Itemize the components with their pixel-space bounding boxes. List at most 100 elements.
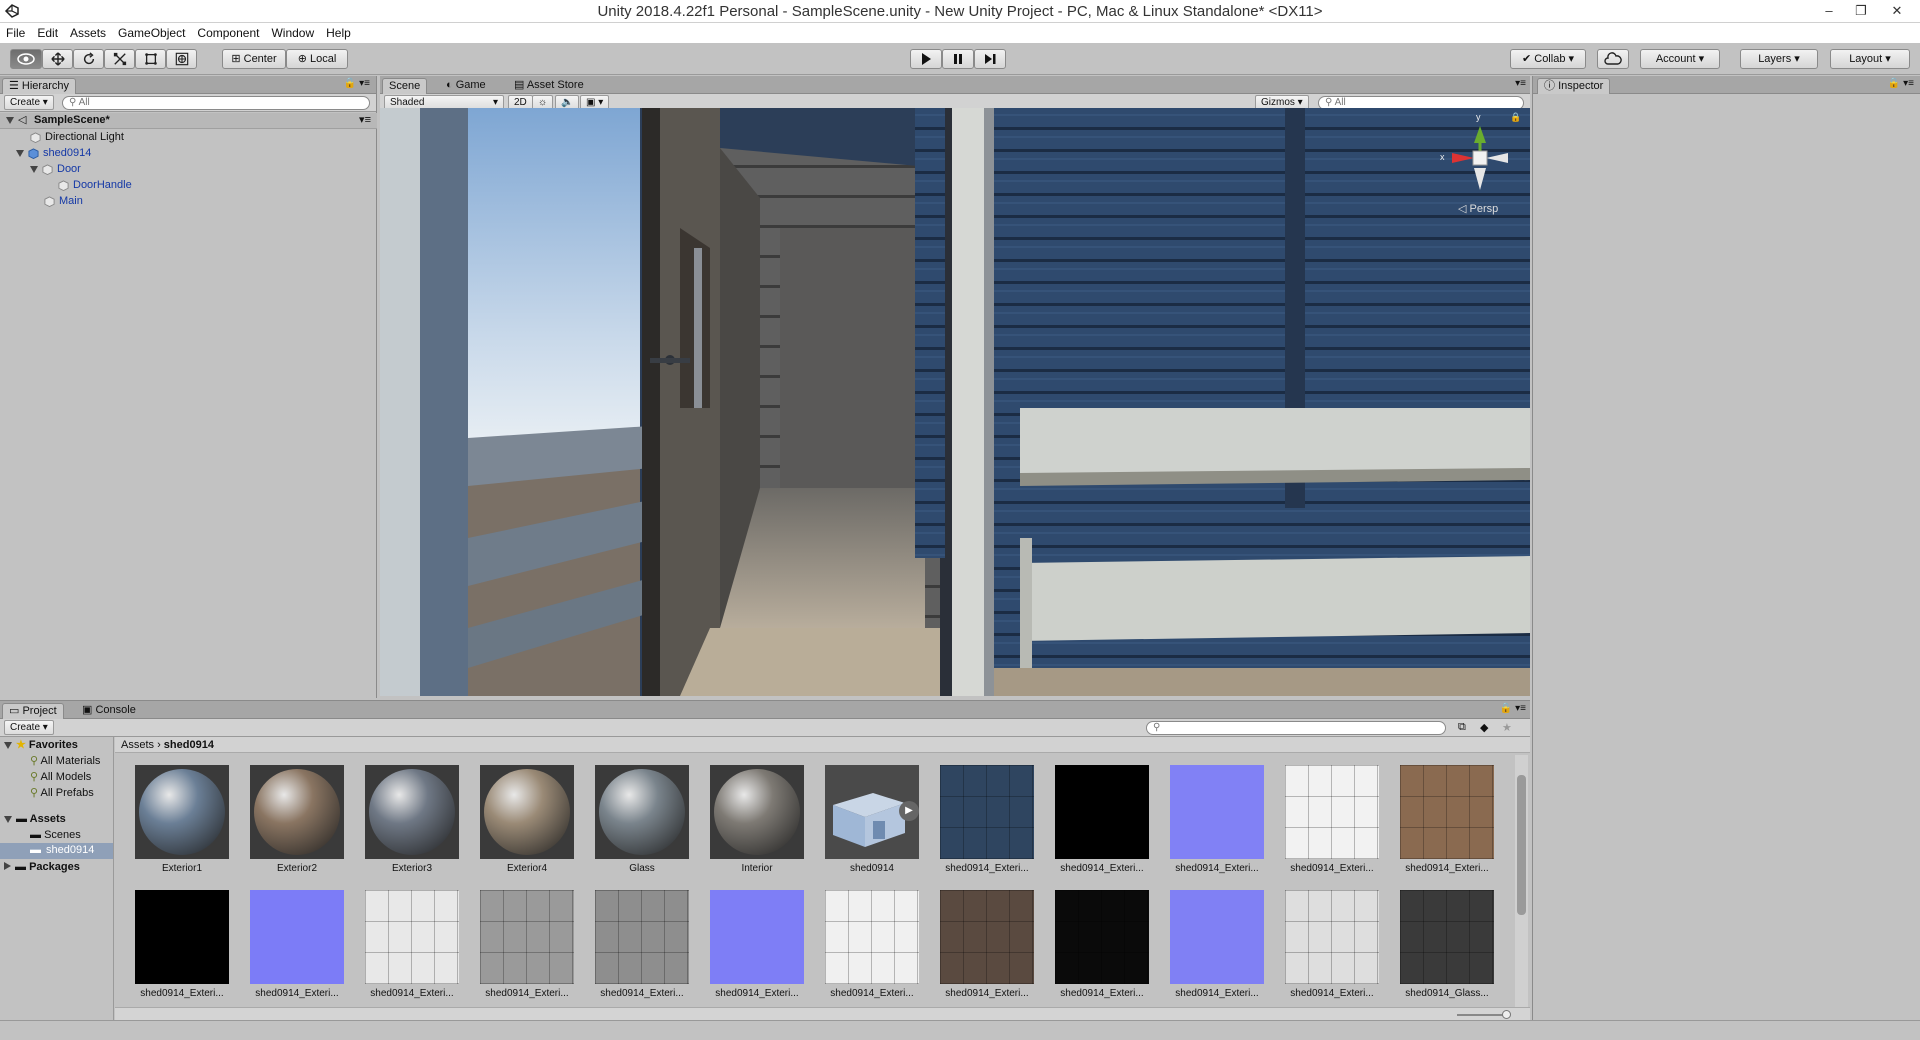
asset-item[interactable]: shed0914_Exteri... (248, 890, 346, 1008)
menu-help[interactable]: Help (320, 23, 357, 43)
menu-window[interactable]: Window (265, 23, 320, 43)
asset-item[interactable]: shed0914_Exteri... (1053, 765, 1151, 883)
step-button[interactable] (974, 49, 1006, 69)
asset-item[interactable]: shed0914_Exteri... (708, 890, 806, 1008)
pivot-local-button[interactable]: ⊕ Local (286, 49, 348, 69)
expand-arrow-icon[interactable] (4, 815, 12, 823)
collab-dropdown[interactable]: ✔ Collab ▾ (1510, 49, 1586, 69)
asset-item[interactable]: shed0914_Glass... (1398, 890, 1496, 1008)
scene-menu-icon[interactable]: ▾≡ (359, 113, 371, 126)
zoom-slider-handle[interactable] (1502, 1010, 1511, 1019)
favorites-header[interactable]: ★ Favorites (4, 737, 78, 753)
panel-menu-icon[interactable]: 🔒 ▾≡ (1888, 78, 1914, 89)
star-icon[interactable]: ★ (1502, 721, 1512, 734)
scale-tool-button[interactable] (104, 49, 135, 69)
hierarchy-search-input[interactable]: ⚲ All (62, 96, 370, 110)
menu-edit[interactable]: Edit (31, 23, 64, 43)
scene-viewport[interactable]: y x 🔒 ◁ Persp (380, 108, 1530, 696)
folder-scenes[interactable]: ▬ Scenes (30, 827, 81, 843)
gizmo-lock-icon[interactable]: 🔒 (1510, 112, 1521, 123)
asset-item[interactable]: shed0914_Exteri... (133, 890, 231, 1008)
hierarchy-item-doorhandle[interactable]: DoorHandle (58, 177, 132, 193)
asset-item[interactable]: shed0914_Exteri... (1283, 765, 1381, 883)
layers-dropdown[interactable]: Layers ▾ (1740, 49, 1818, 69)
panel-menu-icon[interactable]: 🔒 ▾≡ (1500, 703, 1526, 714)
transform-tool-button[interactable] (166, 49, 197, 69)
move-tool-button[interactable] (42, 49, 73, 69)
favorite-all-materials[interactable]: ⚲ All Materials (30, 753, 100, 769)
tab-console[interactable]: ▣ Console (76, 703, 142, 719)
asset-item[interactable]: shed0914_Exteri... (363, 890, 461, 1008)
expand-arrow-icon[interactable] (16, 149, 24, 157)
project-search-input[interactable]: ⚲ (1146, 721, 1446, 735)
zoom-slider-track[interactable] (1457, 1014, 1507, 1016)
packages-folder[interactable]: ▬ Packages (4, 859, 80, 875)
menu-component[interactable]: Component (191, 23, 265, 43)
project-create-button[interactable]: Create ▾ (4, 720, 54, 735)
scrollbar-thumb[interactable] (1517, 775, 1526, 915)
pause-button[interactable] (942, 49, 974, 69)
minimize-button[interactable]: – (1814, 0, 1844, 22)
asset-item[interactable]: Glass (593, 765, 691, 883)
expand-arrow-icon[interactable] (4, 741, 12, 749)
asset-item[interactable]: shed0914_Exteri... (1168, 890, 1266, 1008)
account-dropdown[interactable]: Account ▾ (1640, 49, 1720, 69)
menu-file[interactable]: File (0, 23, 31, 43)
asset-item[interactable]: shed0914_Exteri... (1053, 890, 1151, 1008)
collapsed-arrow-icon[interactable] (4, 862, 11, 870)
filter-by-type-icon[interactable]: ⧉ (1458, 721, 1466, 734)
hierarchy-item-shed0914[interactable]: shed0914 (16, 145, 91, 161)
close-button[interactable]: ✕ (1882, 0, 1912, 22)
tab-scene[interactable]: Scene (382, 78, 428, 94)
view-tool-button[interactable] (10, 49, 42, 69)
asset-item[interactable]: shed0914_Exteri... (1398, 765, 1496, 883)
expand-arrow-icon[interactable] (6, 116, 14, 124)
hierarchy-item-directional-light[interactable]: Directional Light (30, 129, 124, 145)
hierarchy-create-button[interactable]: Create ▾ (4, 95, 54, 110)
tab-asset-store[interactable]: ▤ Asset Store (508, 78, 590, 94)
assets-folder[interactable]: ▬ Assets (4, 811, 66, 827)
scene-tabrow: Scene ◐ Game ▤ Asset Store ▾≡ (380, 76, 1530, 94)
favorite-all-prefabs[interactable]: ⚲ All Prefabs (30, 785, 94, 801)
filter-by-label-icon[interactable]: ◆ (1480, 721, 1488, 734)
favorite-all-models[interactable]: ⚲ All Models (30, 769, 91, 785)
breadcrumb-shed0914[interactable]: shed0914 (164, 739, 214, 751)
hierarchy-item-main[interactable]: Main (44, 193, 83, 209)
panel-menu-icon[interactable]: 🔒 ▾≡ (344, 78, 370, 89)
asset-item[interactable]: shed0914_Exteri... (1283, 890, 1381, 1008)
tab-project[interactable]: ▭ Project (2, 703, 64, 719)
asset-item[interactable]: shed0914_Exteri... (593, 890, 691, 1008)
expand-prefab-icon[interactable]: ▶ (899, 801, 919, 821)
layout-dropdown[interactable]: Layout ▾ (1830, 49, 1910, 69)
rotate-tool-button[interactable] (73, 49, 104, 69)
asset-item[interactable]: Exterior2 (248, 765, 346, 883)
hierarchy-item-door[interactable]: Door (30, 161, 81, 177)
tab-game[interactable]: ◐ Game (440, 78, 492, 94)
asset-item[interactable]: shed0914_Exteri... (938, 890, 1036, 1008)
folder-shed0914-selected[interactable]: ▬ shed0914 (0, 843, 113, 859)
asset-item[interactable]: Exterior1 (133, 765, 231, 883)
asset-item[interactable]: shed0914_Exteri... (823, 890, 921, 1008)
tab-hierarchy[interactable]: ☰ Hierarchy (2, 78, 76, 94)
scene-header[interactable]: ◁ SampleScene* ▾≡ (0, 113, 377, 129)
asset-item[interactable]: Interior (708, 765, 806, 883)
asset-item[interactable]: Exterior4 (478, 765, 576, 883)
cloud-button[interactable] (1597, 49, 1629, 69)
pivot-center-button[interactable]: ⊞ Center (222, 49, 286, 69)
panel-menu-icon[interactable]: ▾≡ (1515, 78, 1526, 89)
expand-arrow-icon[interactable] (30, 165, 38, 173)
asset-item[interactable]: ▶ shed0914 (823, 765, 921, 883)
menu-assets[interactable]: Assets (64, 23, 112, 43)
asset-item[interactable]: Exterior3 (363, 765, 461, 883)
asset-grid-scrollbar[interactable] (1515, 755, 1528, 1007)
projection-toggle[interactable]: ◁ Persp (1458, 202, 1498, 215)
asset-item[interactable]: shed0914_Exteri... (1168, 765, 1266, 883)
menu-gameobject[interactable]: GameObject (112, 23, 191, 43)
asset-item[interactable]: shed0914_Exteri... (478, 890, 576, 1008)
asset-item[interactable]: shed0914_Exteri... (938, 765, 1036, 883)
breadcrumb-assets[interactable]: Assets (121, 739, 154, 751)
rect-tool-button[interactable] (135, 49, 166, 69)
play-button[interactable] (910, 49, 942, 69)
tab-inspector[interactable]: ⓘ Inspector (1537, 78, 1611, 94)
restore-button[interactable]: ❐ (1846, 0, 1876, 22)
